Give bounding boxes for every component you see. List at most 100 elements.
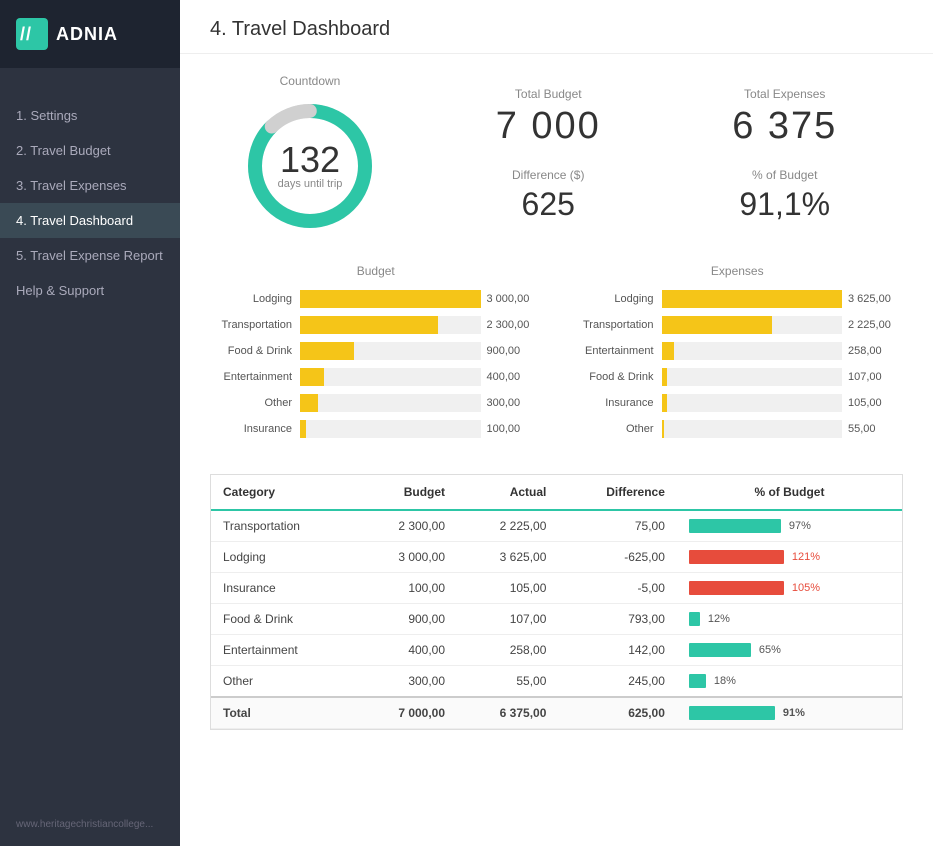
bar-fill (662, 394, 667, 412)
bar-value: 107,00 (848, 371, 903, 383)
table-row: Transportation 2 300,00 2 225,00 75,00 9… (211, 510, 902, 542)
expenses-chart: Expenses Lodging 3 625,00 Transportation… (572, 264, 904, 446)
cell-actual: 2 225,00 (457, 510, 558, 542)
sidebar-item-help-support[interactable]: Help & Support (0, 273, 180, 308)
cell-budget: 900,00 (356, 604, 457, 635)
bar-value: 900,00 (487, 345, 542, 357)
col-pct-budget: % of Budget (677, 475, 902, 510)
table-body: Transportation 2 300,00 2 225,00 75,00 9… (211, 510, 902, 729)
budget-bar-row: Lodging 3 000,00 (210, 290, 542, 308)
col-actual: Actual (457, 475, 558, 510)
cell-difference: 245,00 (558, 666, 677, 698)
summary-row: Countdown 132 days until trip (210, 74, 903, 236)
total-expenses-label: Total Expenses (687, 87, 884, 101)
bar-fill (662, 316, 773, 334)
bar-track (300, 342, 481, 360)
bar-fill (300, 290, 481, 308)
budget-bar-row: Food & Drink 900,00 (210, 342, 542, 360)
page-title: 4. Travel Dashboard (180, 0, 933, 54)
donut-chart: 132 days until trip (240, 96, 380, 236)
cell-actual: 3 625,00 (457, 542, 558, 573)
table-row: Lodging 3 000,00 3 625,00 -625,00 121% (211, 542, 902, 573)
cell-category: Total (211, 697, 356, 729)
total-budget-box: Total Budget 7 000 (430, 77, 667, 158)
expenses-bar-row: Food & Drink 107,00 (572, 368, 904, 386)
sidebar-item-travel-expense-report[interactable]: 5. Travel Expense Report (0, 238, 180, 273)
cell-pct-budget: 18% (677, 666, 902, 698)
pct-bar-fill (689, 706, 775, 720)
table-row: Other 300,00 55,00 245,00 18% (211, 666, 902, 698)
pct-budget-box: % of Budget 91,1% (667, 158, 904, 233)
donut-center: 132 days until trip (278, 142, 343, 190)
col-difference: Difference (558, 475, 677, 510)
bar-track (662, 290, 843, 308)
bar-fill (300, 342, 354, 360)
bar-track (300, 420, 481, 438)
sidebar: // ADNIA 1. Settings 2. Travel Budget 3.… (0, 0, 180, 846)
cell-budget: 100,00 (356, 573, 457, 604)
bar-fill (300, 368, 324, 386)
pct-bar-wrapper: 91% (689, 706, 890, 720)
expenses-bar-row: Insurance 105,00 (572, 394, 904, 412)
cell-category: Other (211, 666, 356, 698)
bar-value: 105,00 (848, 397, 903, 409)
sidebar-item-travel-expenses[interactable]: 3. Travel Expenses (0, 168, 180, 203)
bar-fill (662, 290, 843, 308)
cell-difference: 793,00 (558, 604, 677, 635)
pct-bar-wrapper: 65% (689, 643, 890, 657)
bar-value: 55,00 (848, 423, 903, 435)
difference-box: Difference ($) 625 (430, 158, 667, 233)
cell-pct-budget: 91% (677, 697, 902, 729)
pct-budget-value: 91,1% (687, 186, 884, 223)
logo-area: // ADNIA (0, 0, 180, 68)
pct-label: 12% (708, 613, 738, 625)
bar-fill (300, 420, 306, 438)
bar-track (662, 342, 843, 360)
logo-icon: // (16, 18, 48, 50)
cell-difference: -5,00 (558, 573, 677, 604)
cell-difference: 625,00 (558, 697, 677, 729)
bar-track (662, 420, 843, 438)
pct-label: 91% (783, 707, 813, 719)
pct-bar-fill (689, 674, 706, 688)
sidebar-item-travel-dashboard[interactable]: 4. Travel Dashboard (0, 203, 180, 238)
bar-label: Other (572, 423, 662, 435)
budget-bars: Lodging 3 000,00 Transportation 2 300,00… (210, 290, 542, 438)
bar-label: Transportation (210, 319, 300, 331)
cell-pct-budget: 121% (677, 542, 902, 573)
bar-value: 3 625,00 (848, 293, 903, 305)
pct-bar-wrapper: 121% (689, 550, 890, 564)
cell-actual: 6 375,00 (457, 697, 558, 729)
charts-row: Budget Lodging 3 000,00 Transportation 2… (210, 264, 903, 446)
logo-text: ADNIA (56, 24, 118, 45)
countdown-label: Countdown (280, 74, 341, 88)
bar-label: Transportation (572, 319, 662, 331)
sidebar-item-settings[interactable]: 1. Settings (0, 98, 180, 133)
main-content: 4. Travel Dashboard Countdown 132 days u… (180, 0, 933, 846)
cell-difference: 75,00 (558, 510, 677, 542)
bar-fill (662, 368, 667, 386)
bar-label: Food & Drink (210, 345, 300, 357)
bar-fill (662, 420, 665, 438)
bar-value: 2 225,00 (848, 319, 903, 331)
bar-label: Lodging (210, 293, 300, 305)
cell-pct-budget: 65% (677, 635, 902, 666)
pct-label: 105% (792, 582, 822, 594)
bar-label: Entertainment (210, 371, 300, 383)
expenses-bar-row: Transportation 2 225,00 (572, 316, 904, 334)
cell-difference: -625,00 (558, 542, 677, 573)
pct-bar-fill (689, 581, 784, 595)
cell-category: Entertainment (211, 635, 356, 666)
pct-label: 121% (792, 551, 822, 563)
budget-bar-row: Other 300,00 (210, 394, 542, 412)
bar-value: 258,00 (848, 345, 903, 357)
cell-budget: 2 300,00 (356, 510, 457, 542)
bar-fill (300, 394, 318, 412)
cell-actual: 107,00 (457, 604, 558, 635)
svg-text://: // (20, 24, 32, 44)
pct-bar-fill (689, 612, 700, 626)
bar-track (662, 316, 843, 334)
expenses-bar-row: Entertainment 258,00 (572, 342, 904, 360)
sidebar-item-travel-budget[interactable]: 2. Travel Budget (0, 133, 180, 168)
pct-bar-wrapper: 18% (689, 674, 890, 688)
